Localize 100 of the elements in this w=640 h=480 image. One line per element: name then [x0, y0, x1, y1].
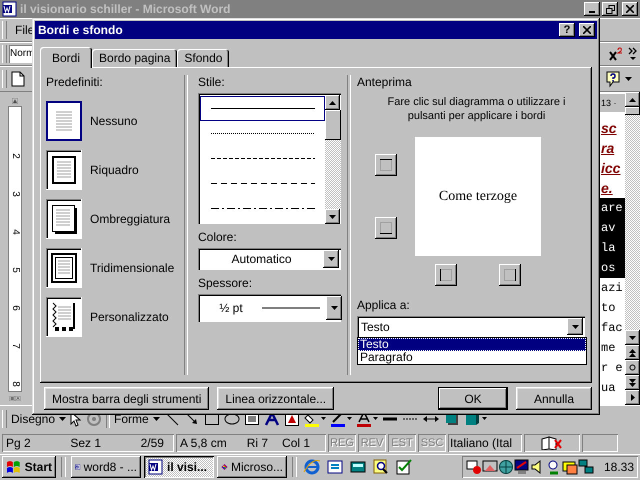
ruler-number: 8	[9, 381, 22, 387]
page-icon	[49, 252, 79, 284]
ruler-number: 7	[9, 343, 22, 349]
shapes-menu-button[interactable]: Forme	[114, 412, 149, 426]
help-icon[interactable]	[605, 70, 621, 88]
ruler-number: 6	[9, 305, 22, 311]
vertical-scrollbar[interactable]	[625, 92, 640, 405]
scroll-up-icon[interactable]	[629, 98, 636, 102]
status-cell	[582, 434, 618, 452]
monitor-icon[interactable]	[514, 459, 530, 475]
section-label: Stile:	[198, 75, 226, 89]
taskbar-button[interactable]: Microso...	[217, 456, 287, 478]
previous-page-icon[interactable]	[629, 348, 636, 356]
dialog-button[interactable]: Annulla	[516, 387, 592, 410]
close-button[interactable]	[579, 23, 595, 37]
width-dropdown[interactable]: ½ pt	[198, 294, 341, 322]
clock: 18.33	[604, 460, 634, 474]
browser-icon[interactable]	[303, 458, 321, 476]
taskbar-button[interactable]: word8 - ...	[71, 456, 141, 478]
ruler-number: 5	[9, 267, 22, 273]
chevron-icon[interactable]	[628, 46, 638, 62]
restore-button[interactable]	[602, 2, 618, 16]
preset-label: Personalizzato	[90, 310, 169, 324]
spelling-book-icon[interactable]	[541, 436, 563, 450]
document-icon	[148, 459, 164, 475]
scroll-up-icon[interactable]	[329, 100, 336, 104]
preset-label: Nessuno	[90, 114, 138, 128]
network-icon[interactable]	[578, 459, 594, 475]
tray-icon[interactable]	[562, 459, 578, 475]
status-text: Sez 1	[70, 435, 101, 452]
help-button[interactable]: ?	[559, 23, 575, 37]
document-text: me	[600, 340, 616, 357]
new-document-icon[interactable]	[11, 70, 25, 86]
checklist-icon[interactable]	[395, 458, 413, 476]
document-icon	[2, 1, 18, 17]
tray-icon[interactable]	[466, 459, 482, 475]
line-style-option[interactable]	[200, 96, 325, 121]
line-style-list[interactable]	[198, 93, 341, 224]
caret-icon[interactable]	[59, 417, 66, 421]
preset-button[interactable]	[46, 199, 82, 239]
line-sample-icon	[210, 132, 314, 135]
dropdown-arrow-icon[interactable]	[330, 306, 338, 310]
border-left-button[interactable]	[435, 264, 457, 286]
preset-button[interactable]	[46, 150, 82, 190]
close-icon	[583, 26, 591, 34]
ruler-number: 4	[9, 229, 22, 235]
border-right-button[interactable]	[499, 264, 521, 286]
color-dropdown[interactable]: Automatico	[198, 248, 341, 270]
document-text: ra	[600, 139, 616, 158]
document-text: icc	[600, 159, 622, 178]
scroll-thumb[interactable]	[625, 107, 640, 115]
preset-button[interactable]	[46, 297, 82, 337]
line-sample-icon	[210, 207, 314, 210]
magnifier-icon[interactable]	[372, 458, 390, 476]
taskbar-button[interactable]: il visi...	[144, 456, 214, 478]
tab[interactable]: Bordo pagina	[92, 49, 178, 67]
language-indicator[interactable]: Italiano (Ital	[448, 434, 522, 452]
line-sample-icon	[210, 107, 314, 110]
status-text: 2/59	[140, 435, 164, 452]
caret-icon[interactable]	[152, 417, 160, 421]
dropdown-value: Automatico	[230, 252, 293, 266]
channels-icon[interactable]	[326, 458, 344, 476]
scroll-down-icon[interactable]	[329, 214, 336, 218]
dialog-button[interactable]: Mostra barra degli strumenti	[44, 387, 210, 410]
document-text: to	[600, 300, 616, 317]
next-page-icon[interactable]	[629, 378, 636, 386]
window-title: il visionario schiller - Microsoft Word	[20, 2, 230, 16]
draw-menu-button[interactable]: Disegno	[11, 412, 56, 426]
close-button[interactable]	[622, 2, 638, 16]
document-text: ua	[600, 380, 616, 397]
field-label: Spessore:	[198, 276, 254, 290]
dropdown-option[interactable]: Paragrafo	[358, 351, 586, 364]
preset-button[interactable]	[46, 248, 82, 288]
apply-to-dropdown[interactable]: Testo	[357, 316, 585, 337]
dialog-button[interactable]: Linea orizzontale...	[217, 387, 334, 410]
dropdown-option[interactable]: Testo	[358, 338, 586, 351]
section-label: Anteprima	[357, 75, 413, 89]
dialog-button[interactable]: OK	[438, 387, 508, 410]
status-text: A 5,8 cm	[180, 435, 227, 452]
tab[interactable]: Sfondo	[177, 49, 230, 67]
tab[interactable]: Bordi	[40, 47, 92, 68]
border-bottom-button[interactable]	[375, 217, 397, 239]
preset-label: Ombreggiatura	[90, 212, 170, 226]
dropdown-arrow-icon[interactable]	[572, 324, 578, 328]
minimize-button[interactable]	[584, 2, 600, 16]
page-icon	[49, 154, 79, 186]
start-button[interactable]: Start	[2, 456, 56, 478]
field-label: Applica a:	[357, 298, 411, 312]
superscript-icon[interactable]	[608, 46, 624, 62]
preset-button[interactable]	[46, 101, 82, 141]
preview-area[interactable]: Come terzoge	[415, 137, 541, 256]
globe-icon[interactable]	[498, 459, 514, 475]
caret-icon[interactable]	[625, 76, 632, 80]
dropdown-arrow-icon[interactable]	[328, 257, 334, 261]
scroll-down-icon[interactable]	[629, 336, 636, 340]
scroll-right-icon[interactable]	[630, 394, 634, 401]
scroll-thumb[interactable]	[325, 110, 341, 140]
border-top-button[interactable]	[375, 154, 397, 176]
line-sample-icon	[262, 307, 320, 309]
select-browse-object-icon[interactable]	[629, 364, 636, 371]
